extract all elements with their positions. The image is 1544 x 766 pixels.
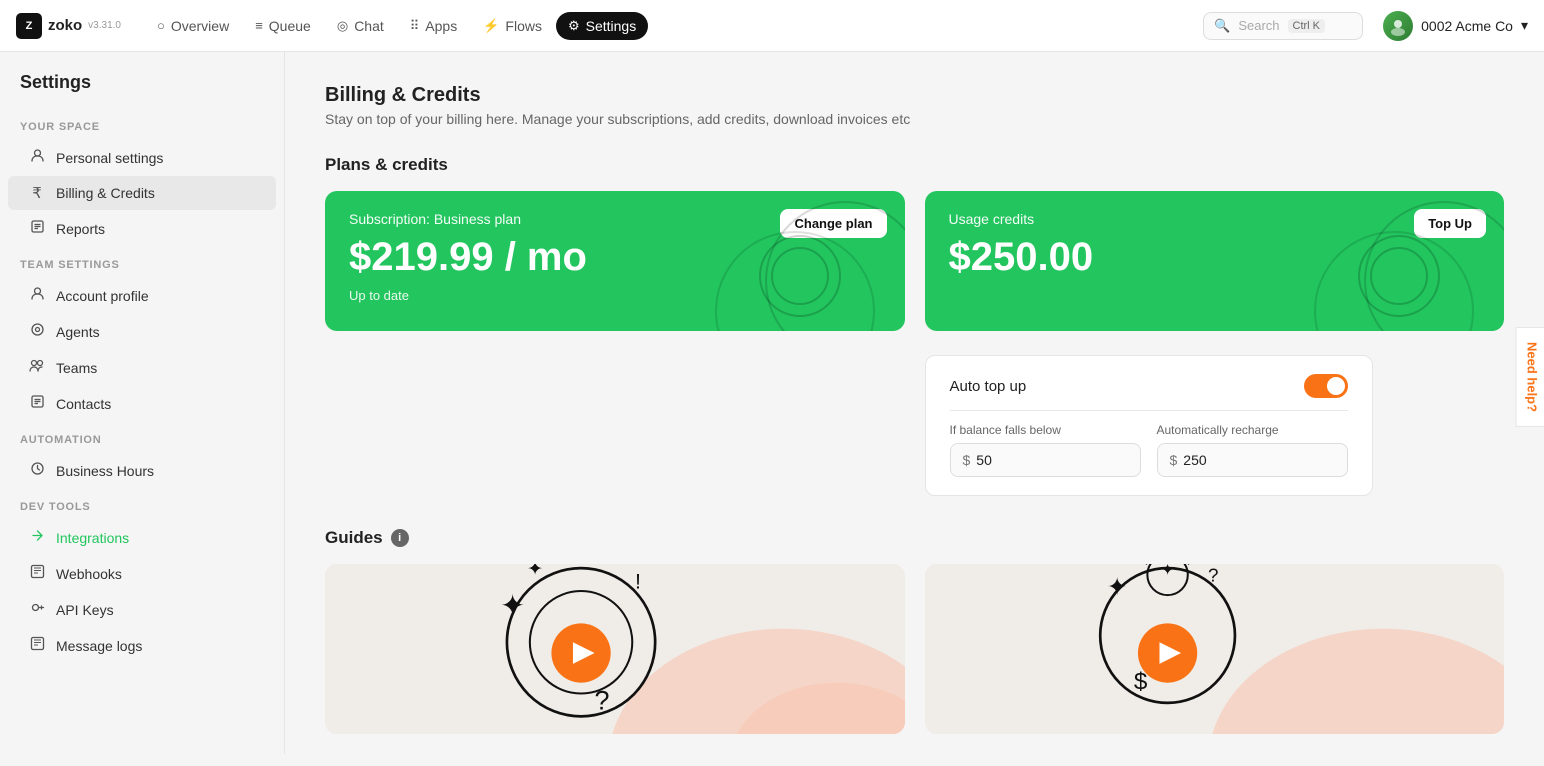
auto-topup-row: Auto top up	[950, 374, 1348, 398]
sidebar-item-account-profile[interactable]: Account profile	[8, 278, 276, 313]
balance-field-group: If balance falls below $	[950, 423, 1141, 477]
account-area[interactable]: 0002 Acme Co ▾	[1383, 11, 1528, 41]
balance-dollar-sign: $	[963, 452, 971, 468]
sidebar-item-personal-settings[interactable]: Personal settings	[8, 140, 276, 175]
nav-apps[interactable]: ⠿ Apps	[398, 12, 469, 40]
search-bar[interactable]: 🔍 Search Ctrl K	[1203, 12, 1363, 40]
top-navigation: Z zoko v3.31.0 ○ Overview ≡ Queue ◎ Chat…	[0, 0, 1544, 52]
sidebar-section-automation: AUTOMATION	[0, 422, 284, 452]
message-logs-icon	[28, 636, 46, 655]
sidebar-item-agents[interactable]: Agents	[8, 314, 276, 349]
sidebar-item-api-keys[interactable]: API Keys	[8, 592, 276, 627]
integrations-icon	[28, 528, 46, 547]
nav-items: ○ Overview ≡ Queue ◎ Chat ⠿ Apps ⚡ Flows…	[145, 12, 1195, 40]
person-icon	[28, 148, 46, 167]
sidebar: Settings YOUR SPACE Personal settings ₹ …	[0, 52, 285, 754]
sidebar-item-integrations[interactable]: Integrations	[8, 520, 276, 555]
guide-cards: ✦ ! ✦ ?	[325, 564, 1504, 734]
auto-topup-toggle[interactable]	[1304, 374, 1348, 398]
teams-icon	[28, 358, 46, 377]
guide-card-2: ✦ ? $ ✦	[925, 564, 1505, 734]
svg-text:✦: ✦	[1160, 564, 1174, 579]
guides-title: Guides	[325, 528, 383, 548]
guide-card-1: ✦ ! ✦ ?	[325, 564, 905, 734]
main-layout: Settings YOUR SPACE Personal settings ₹ …	[0, 0, 1544, 766]
guides-section: Guides i ✦	[325, 528, 1504, 734]
search-icon: 🔍	[1214, 18, 1230, 34]
plan-cards-row: Subscription: Business plan $219.99 / mo…	[325, 191, 1504, 331]
page-description: Stay on top of your billing here. Manage…	[325, 111, 1504, 127]
logo-icon: Z	[16, 13, 42, 39]
reports-icon	[28, 219, 46, 238]
auto-topup-label: Auto top up	[950, 378, 1027, 395]
nav-flows[interactable]: ⚡ Flows	[471, 12, 554, 40]
sidebar-title: Settings	[0, 72, 284, 109]
search-shortcut: Ctrl K	[1288, 19, 1326, 33]
flows-icon: ⚡	[483, 18, 499, 34]
recharge-field-group: Automatically recharge $	[1157, 423, 1348, 477]
main-content: Billing & Credits Stay on top of your bi…	[285, 52, 1544, 766]
plans-section-title: Plans & credits	[325, 155, 1504, 175]
guides-title-row: Guides i	[325, 528, 1504, 548]
logo-area[interactable]: Z zoko v3.31.0	[16, 13, 121, 39]
nav-settings[interactable]: ⚙ Settings	[556, 12, 648, 40]
balance-input[interactable]	[976, 452, 1127, 468]
recharge-field-label: Automatically recharge	[1157, 423, 1348, 437]
contacts-icon	[28, 394, 46, 413]
agents-icon	[28, 322, 46, 341]
recharge-input[interactable]	[1183, 452, 1334, 468]
svg-text:?: ?	[1208, 565, 1219, 586]
api-key-icon	[28, 600, 46, 619]
webhooks-icon	[28, 564, 46, 583]
nav-queue[interactable]: ≡ Queue	[243, 12, 323, 40]
balance-field-label: If balance falls below	[950, 423, 1141, 437]
sidebar-item-reports[interactable]: Reports	[8, 211, 276, 246]
sidebar-section-dev-tools: DEV TOOLS	[0, 489, 284, 519]
apps-icon: ⠿	[410, 18, 420, 34]
subscription-card: Subscription: Business plan $219.99 / mo…	[325, 191, 905, 331]
sidebar-item-billing-credits[interactable]: ₹ Billing & Credits	[8, 176, 276, 210]
overview-icon: ○	[157, 18, 165, 33]
recharge-field-input: $	[1157, 443, 1348, 477]
sidebar-item-message-logs[interactable]: Message logs	[8, 628, 276, 663]
sidebar-section-your-space: YOUR SPACE	[0, 109, 284, 139]
guide-card-inner-2: ✦ ? $ ✦	[925, 564, 1505, 734]
chevron-down-icon: ▾	[1521, 17, 1528, 34]
svg-text:✦: ✦	[527, 564, 543, 579]
sidebar-item-teams[interactable]: Teams	[8, 350, 276, 385]
auto-topup-box: Auto top up If balance falls below $ Aut…	[925, 355, 1373, 496]
nav-chat[interactable]: ◎ Chat	[325, 12, 396, 40]
page-title: Billing & Credits	[325, 84, 1504, 107]
settings-nav-icon: ⚙	[568, 18, 580, 34]
credits-card: Usage credits $250.00 Top Up	[925, 191, 1505, 331]
guides-info-badge[interactable]: i	[391, 529, 409, 547]
account-name: 0002 Acme Co	[1421, 18, 1513, 34]
sidebar-item-contacts[interactable]: Contacts	[8, 386, 276, 421]
svg-text:!: !	[635, 568, 641, 593]
balance-field-input: $	[950, 443, 1141, 477]
clock-icon	[28, 461, 46, 480]
divider	[950, 410, 1348, 411]
svg-text:?: ?	[595, 686, 610, 716]
account-avatar	[1383, 11, 1413, 41]
credits-card-label: Usage credits	[949, 211, 1481, 227]
sidebar-section-team-settings: TEAM SETTINGS	[0, 247, 284, 277]
svg-text:✦: ✦	[1106, 574, 1126, 601]
app-version: v3.31.0	[88, 20, 121, 31]
sidebar-item-webhooks[interactable]: Webhooks	[8, 556, 276, 591]
need-help-tab[interactable]: Need help?	[1515, 327, 1544, 427]
auto-topup-container: Auto top up If balance falls below $ Aut…	[925, 355, 1373, 496]
svg-text:✦: ✦	[500, 589, 525, 622]
sidebar-item-business-hours[interactable]: Business Hours	[8, 453, 276, 488]
recharge-dollar-sign: $	[1170, 452, 1178, 468]
queue-icon: ≡	[255, 18, 263, 33]
nav-overview[interactable]: ○ Overview	[145, 12, 241, 40]
account-icon	[28, 286, 46, 305]
topup-fields: If balance falls below $ Automatically r…	[950, 423, 1348, 477]
guide-card-inner-1: ✦ ! ✦ ?	[325, 564, 905, 734]
chat-icon: ◎	[337, 18, 348, 34]
app-name: zoko	[48, 17, 82, 34]
billing-icon: ₹	[28, 184, 46, 202]
